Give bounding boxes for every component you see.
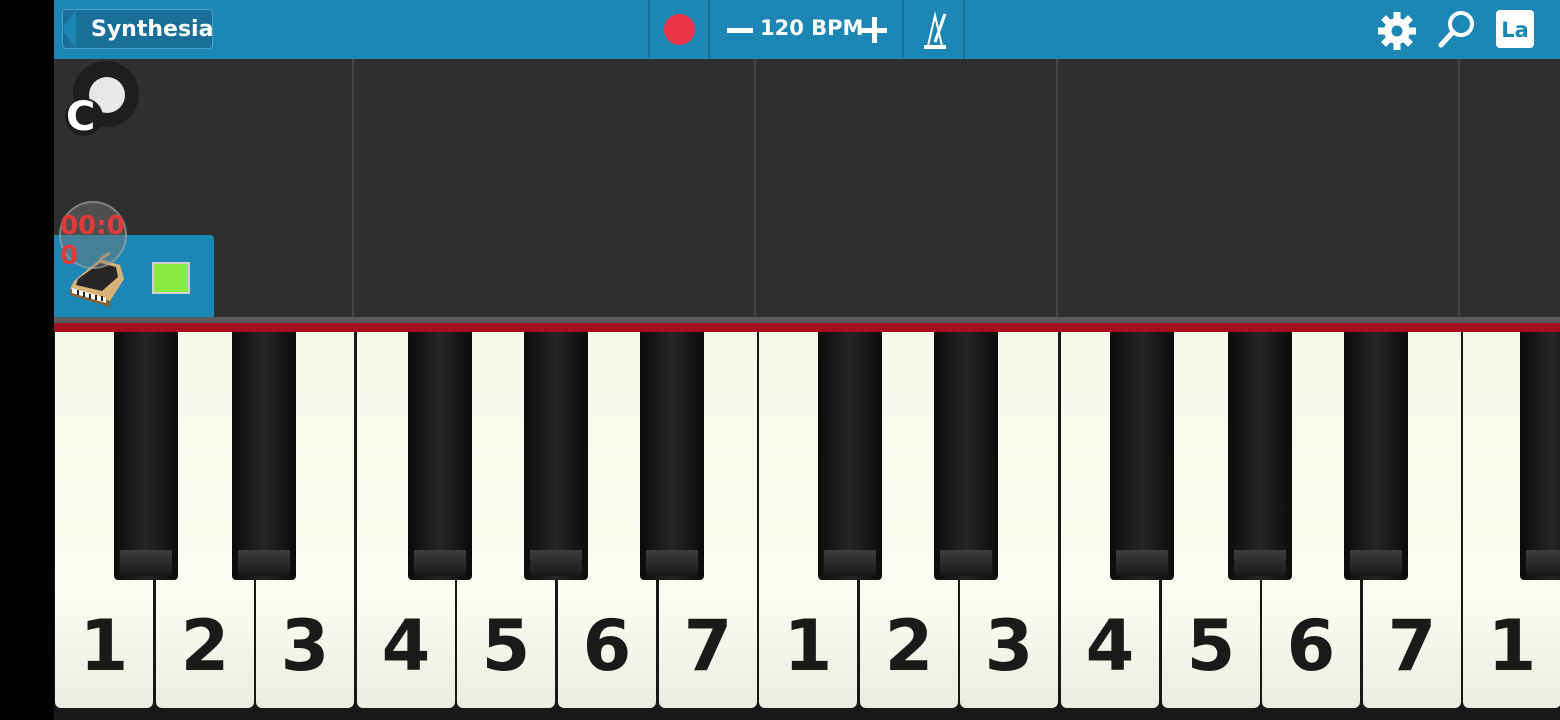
- white-key-number: 1: [783, 605, 833, 687]
- measure-line: [352, 59, 354, 317]
- piano-black-key[interactable]: [1104, 332, 1180, 586]
- white-key-number: 7: [1387, 605, 1437, 687]
- divider: [963, 0, 965, 59]
- gear-icon: [1378, 12, 1416, 50]
- white-key-number: 2: [180, 605, 230, 687]
- piano-black-key[interactable]: [634, 332, 710, 586]
- white-key-number: 1: [1487, 605, 1537, 687]
- divider: [902, 0, 904, 59]
- piano-black-key[interactable]: [226, 332, 302, 586]
- white-key-number: 2: [884, 605, 934, 687]
- measure-line: [1056, 59, 1058, 317]
- piano-black-key[interactable]: [1222, 332, 1298, 586]
- white-key-number: 3: [280, 605, 330, 687]
- measure-line: [1458, 59, 1460, 317]
- track-color-swatch[interactable]: [152, 262, 190, 294]
- app-root: Synthesia 120 BPM La C 00:00 1 2 3 4 5 6…: [54, 0, 1560, 720]
- bpm-increase-button[interactable]: [858, 14, 890, 46]
- white-key-number: 6: [582, 605, 632, 687]
- white-key-number: 5: [1186, 605, 1236, 687]
- key-signature-label: C: [66, 94, 96, 140]
- playback-timer: 00:00: [60, 211, 125, 271]
- piano-black-key[interactable]: [812, 332, 888, 586]
- zoom-button[interactable]: [1436, 8, 1478, 50]
- white-key-number: 4: [1085, 605, 1135, 687]
- top-bar: Synthesia 120 BPM La: [54, 0, 1560, 59]
- piano-black-key[interactable]: [1514, 332, 1560, 586]
- record-icon: [664, 14, 695, 45]
- piano-black-key[interactable]: [928, 332, 1004, 586]
- record-button[interactable]: [650, 0, 710, 59]
- language-button[interactable]: La: [1496, 10, 1534, 48]
- white-key-number: 7: [683, 605, 733, 687]
- piano-keyboard: 123456712345671: [54, 332, 1560, 720]
- measure-line: [754, 59, 756, 317]
- piano-black-key[interactable]: [402, 332, 478, 586]
- note-roll[interactable]: C 00:00: [54, 59, 1560, 323]
- back-button[interactable]: Synthesia: [62, 9, 213, 49]
- piano-black-key[interactable]: [1338, 332, 1414, 586]
- white-key-number: 1: [79, 605, 129, 687]
- divider: [708, 0, 710, 59]
- white-key-number: 3: [984, 605, 1034, 687]
- white-key-number: 4: [381, 605, 431, 687]
- metronome-button[interactable]: [906, 0, 964, 59]
- white-key-number: 5: [481, 605, 531, 687]
- search-icon: [1438, 11, 1474, 48]
- piano-black-key[interactable]: [108, 332, 184, 586]
- bpm-value: 120 BPM: [760, 16, 864, 40]
- key-signature-button[interactable]: C: [60, 60, 142, 140]
- language-icon: La: [1501, 18, 1529, 42]
- keyboard-red-felt: [54, 323, 1560, 332]
- bpm-decrease-button[interactable]: [724, 14, 756, 46]
- back-button-label: Synthesia: [91, 17, 214, 42]
- white-key-number: 6: [1286, 605, 1336, 687]
- metronome-icon: [924, 11, 947, 49]
- piano-black-key[interactable]: [518, 332, 594, 586]
- settings-button[interactable]: [1376, 10, 1418, 52]
